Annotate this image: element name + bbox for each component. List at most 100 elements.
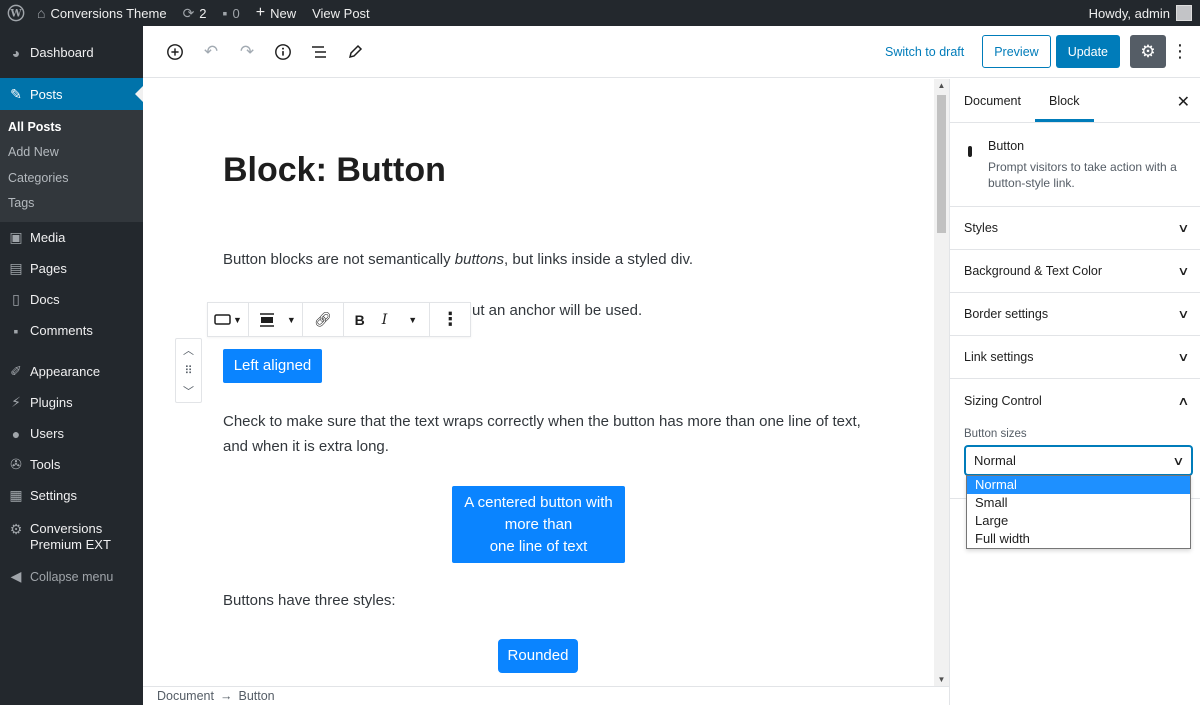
block-card-title: Button — [988, 139, 1025, 153]
panel-title: Background & Text Color — [964, 264, 1103, 278]
left-aligned-button[interactable]: Left aligned — [223, 349, 322, 383]
update-button[interactable]: Update — [1055, 35, 1120, 68]
bold-icon[interactable]: B — [355, 312, 365, 328]
more-formats-caret-icon[interactable]: ▼ — [408, 315, 417, 325]
admin-bar: W ⌂ Conversions Theme ⟳ 2 ▪ 0 + New View… — [0, 0, 1200, 26]
chevron-down-icon: ∨ — [1177, 221, 1190, 235]
sidebar-item-appearance[interactable]: ✐ Appearance — [0, 356, 143, 387]
size-option-large[interactable]: Large — [967, 512, 1190, 530]
plus-circle-icon — [167, 43, 183, 60]
sidebar-item-media[interactable]: ▣ Media — [0, 222, 143, 253]
align-icon — [259, 312, 274, 327]
panel-styles[interactable]: Styles ∨ — [950, 207, 1200, 250]
close-icon[interactable]: ✕ — [1177, 92, 1190, 112]
sidebar-item-posts[interactable]: ✎ Posts — [0, 78, 143, 110]
greeting: Howdy, admin — [1088, 5, 1170, 21]
conversions-line2: Premium EXT — [30, 537, 111, 552]
plus-icon: + — [255, 4, 266, 21]
wordpress-logo-icon[interactable]: W — [3, 0, 29, 26]
scrollbar-thumb[interactable] — [937, 95, 946, 233]
add-block-button[interactable] — [157, 34, 193, 70]
submenu-add-new[interactable]: Add New — [0, 140, 143, 166]
sidebar-item-label: Pages — [30, 261, 67, 276]
switch-to-draft-button[interactable]: Switch to draft — [885, 45, 964, 59]
centered-multiline-button[interactable]: A centered button with more than one lin… — [452, 486, 625, 563]
drag-handle-icon[interactable]: ⠿ — [184, 364, 192, 377]
paragraph-block-1[interactable]: Button blocks are not semantically butto… — [223, 247, 863, 272]
sidebar-item-plugins[interactable]: ⚡ Plugins — [0, 387, 143, 418]
sidebar-item-pages[interactable]: ▤ Pages — [0, 253, 143, 284]
button-sizes-select[interactable]: Normal ∨ — [965, 446, 1192, 475]
block-switcher-button[interactable]: ▼ — [208, 303, 249, 336]
italic-icon[interactable]: I — [382, 312, 388, 328]
gear-icon: ⚙ — [9, 521, 23, 537]
site-name-link[interactable]: ⌂ Conversions Theme — [29, 0, 175, 26]
sidebar-item-users[interactable]: ● Users — [0, 418, 143, 449]
selected-size: Normal — [974, 453, 1016, 468]
more-options-button[interactable]: ⋮ — [1166, 35, 1194, 68]
collapse-menu-button[interactable]: ◀ Collapse menu — [0, 561, 143, 592]
sizing-control-header[interactable]: Sizing Control ∧ — [950, 379, 1200, 422]
my-account-link[interactable]: Howdy, admin — [1081, 0, 1200, 26]
link-button[interactable]: 🔗︎ — [303, 303, 344, 336]
sidebar-item-tools[interactable]: ✇ Tools — [0, 449, 143, 480]
redo-button[interactable]: ↷ — [229, 34, 265, 70]
submenu-categories[interactable]: Categories — [0, 165, 143, 191]
content-info-button[interactable] — [265, 34, 301, 70]
size-option-normal[interactable]: Normal — [967, 476, 1190, 494]
updates-icon: ⟳ — [182, 4, 195, 21]
sidebar-item-label: Media — [30, 230, 66, 245]
para1-emphasis: buttons — [454, 251, 505, 268]
panel-border-settings[interactable]: Border settings ∨ — [950, 293, 1200, 336]
paragraph-block-2[interactable]: ut an anchor will be used. — [472, 298, 772, 323]
breadcrumb-separator: → — [219, 689, 233, 703]
avatar — [1176, 5, 1192, 21]
site-name: Conversions Theme — [50, 5, 167, 21]
centered-line-1: A centered button with — [464, 493, 613, 511]
post-title[interactable]: Block: Button — [223, 151, 446, 190]
sidebar-item-settings[interactable]: ▦ Settings — [0, 480, 143, 511]
sidebar-item-conversions[interactable]: ⚙ Conversions Premium EXT — [0, 515, 143, 561]
updates-link[interactable]: ⟳ 2 — [175, 0, 215, 26]
info-icon — [275, 43, 291, 60]
size-option-full-width[interactable]: Full width — [967, 530, 1190, 548]
alignment-button[interactable]: ▼ — [249, 303, 303, 336]
panel-title: Sizing Control — [964, 393, 1042, 408]
edit-mode-button[interactable] — [337, 34, 373, 70]
view-post-link[interactable]: View Post — [304, 0, 378, 26]
editor-canvas: Block: Button Button blocks are not sema… — [143, 79, 934, 686]
editor-header: ↶ ↷ Switch to draft Preview Update ⚙ ⋮ — [143, 26, 1200, 78]
move-up-icon[interactable]: ︿ — [183, 342, 194, 358]
collapse-arrow-icon: ◀ — [10, 568, 22, 584]
paragraph-block-3[interactable]: Check to make sure that the text wraps c… — [223, 409, 863, 459]
tab-block[interactable]: Block — [1034, 79, 1094, 122]
submenu-tags[interactable]: Tags — [0, 191, 143, 217]
chevron-down-icon: ∨ — [1177, 264, 1190, 278]
panel-link-settings[interactable]: Link settings ∨ — [950, 336, 1200, 379]
size-option-small[interactable]: Small — [967, 494, 1190, 512]
link-icon: 🔗︎ — [313, 311, 332, 327]
panel-background-text-color[interactable]: Background & Text Color ∨ — [950, 250, 1200, 293]
comments-link[interactable]: ▪ 0 — [215, 0, 248, 26]
block-more-options-button[interactable]: ⋮ — [430, 303, 470, 336]
gear-icon: ⚙ — [1140, 41, 1156, 61]
settings-toggle-button[interactable]: ⚙ — [1130, 35, 1166, 68]
block-navigation-button[interactable] — [301, 34, 337, 70]
new-content-link[interactable]: + New — [248, 0, 304, 26]
sidebar-item-docs[interactable]: ▯ Docs — [0, 284, 143, 315]
tab-document[interactable]: Document — [950, 79, 1035, 122]
breadcrumb-document[interactable]: Document — [157, 689, 214, 703]
paragraph-block-4[interactable]: Buttons have three styles: — [223, 588, 863, 613]
breadcrumb-button[interactable]: Button — [238, 689, 274, 703]
editor-scrollbar[interactable]: ▲ ▼ — [934, 79, 949, 686]
sidebar-item-comments[interactable]: ▪ Comments — [0, 315, 143, 346]
submenu-all-posts[interactable]: All Posts — [0, 114, 143, 140]
scroll-down-arrow-icon[interactable]: ▼ — [934, 675, 949, 684]
sidebar-item-dashboard[interactable]: ◕ Dashboard — [0, 37, 143, 68]
scroll-up-arrow-icon[interactable]: ▲ — [934, 81, 949, 90]
undo-button[interactable]: ↶ — [193, 34, 229, 70]
admin-sidebar: ◕ Dashboard ✎ Posts All Posts Add New Ca… — [0, 26, 143, 705]
rounded-button[interactable]: Rounded — [498, 639, 578, 673]
move-down-icon[interactable]: ﹀ — [183, 383, 194, 399]
preview-button[interactable]: Preview — [982, 35, 1051, 68]
